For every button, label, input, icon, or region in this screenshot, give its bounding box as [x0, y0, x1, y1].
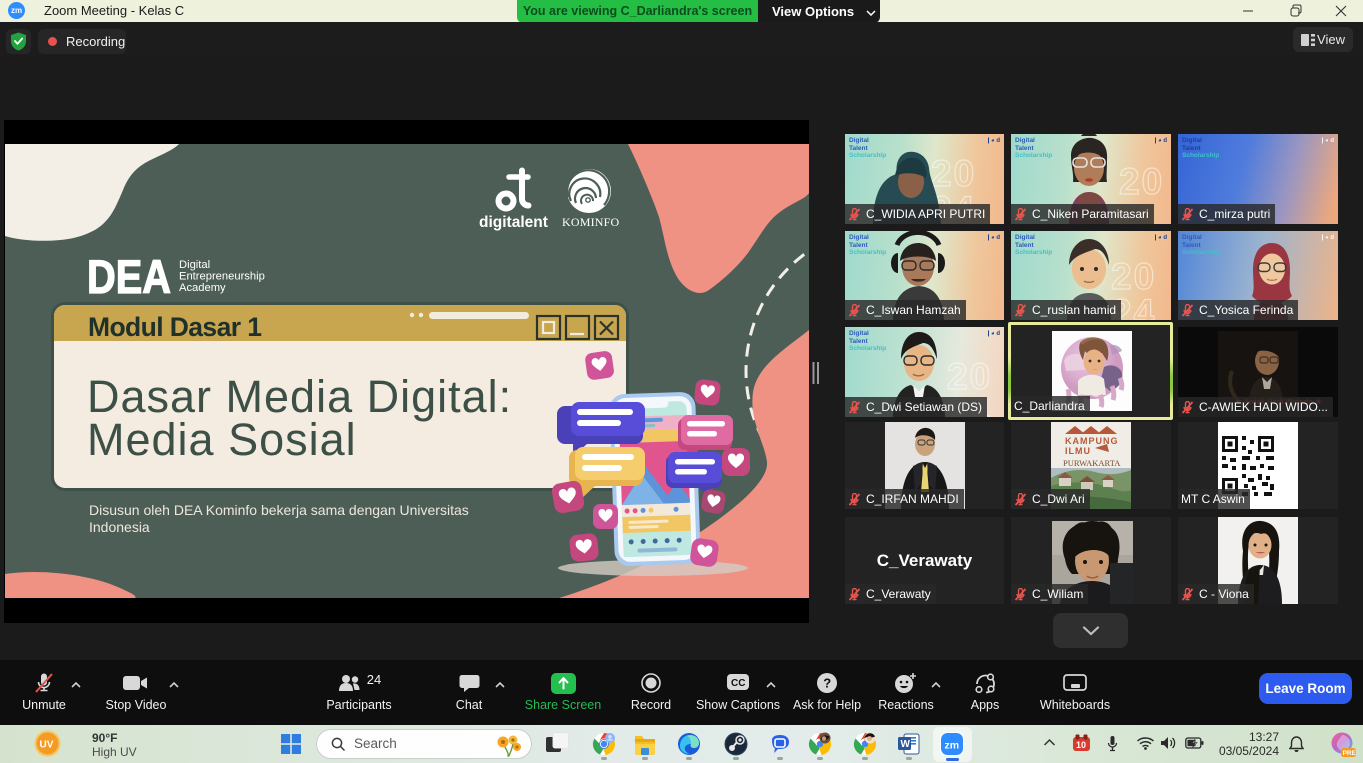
svg-text:Digital: Digital [179, 259, 210, 271]
svg-text:zm: zm [945, 740, 960, 752]
svg-text:DEA: DEA [87, 250, 171, 303]
svg-text:UV: UV [40, 740, 54, 751]
svg-text:CC: CC [731, 678, 745, 689]
svg-text:KOMINFO: KOMINFO [562, 215, 620, 229]
svg-text:10: 10 [1076, 740, 1086, 750]
svg-text:KAMPUNG: KAMPUNG [1065, 436, 1119, 446]
svg-text:digitalent: digitalent [479, 214, 548, 231]
svg-text:?: ? [823, 676, 831, 691]
svg-text:PRE: PRE [1343, 750, 1356, 757]
svg-text:Media Sosial: Media Sosial [87, 414, 357, 465]
svg-text:20: 20 [947, 356, 992, 397]
svg-text:PURWAKARTA: PURWAKARTA [1063, 458, 1121, 468]
svg-text:Entrepreneurship: Entrepreneurship [179, 271, 265, 283]
svg-text:20: 20 [1119, 161, 1164, 202]
svg-text:Disusun oleh DEA Kominfo beker: Disusun oleh DEA Kominfo bekerja sama de… [89, 502, 469, 518]
svg-text:ILMU: ILMU [1065, 446, 1091, 456]
svg-text:Academy: Academy [179, 282, 226, 294]
svg-text:Indonesia: Indonesia [89, 519, 150, 535]
svg-text:20: 20 [931, 153, 976, 194]
svg-text:Modul Dasar 1: Modul Dasar 1 [88, 312, 261, 342]
svg-text:20: 20 [1111, 256, 1156, 297]
svg-text:W: W [901, 739, 911, 750]
